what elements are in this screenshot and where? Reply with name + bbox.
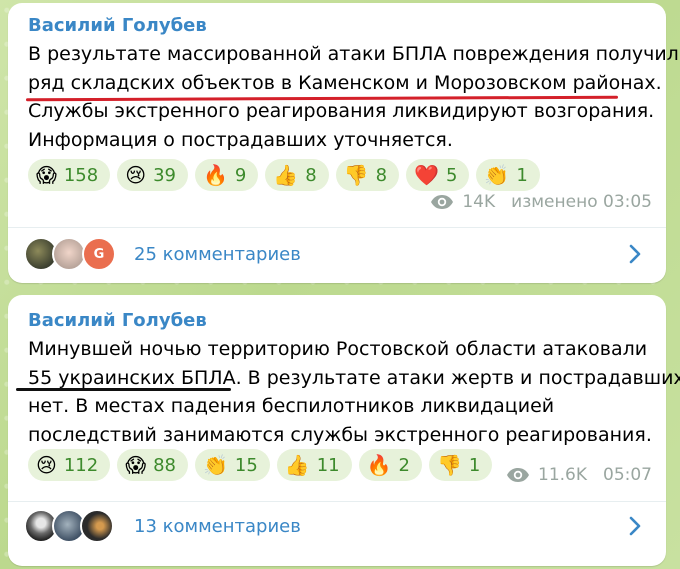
post-text-line: Службы экстренного реагирования ликвидир…: [28, 100, 655, 122]
post-text-line: В результате массированной атаки БПЛА по…: [28, 43, 679, 65]
avatar: [52, 237, 86, 271]
screaming-face-icon: 😱: [125, 453, 147, 477]
fire-icon: 🔥: [366, 453, 392, 477]
thumbs-down-icon: 👎: [343, 163, 369, 187]
reaction-chip[interactable]: 😱 88: [117, 449, 188, 481]
eye-icon: [507, 468, 529, 482]
reaction-count: 5: [445, 164, 458, 186]
channel-post: Василий Голубев В результате массированн…: [8, 3, 679, 283]
eye-icon: [431, 195, 454, 209]
commenter-avatars: [24, 509, 116, 543]
avatar: [80, 509, 114, 543]
reaction-chip[interactable]: 👍 8: [265, 159, 329, 191]
thumbs-up-icon: 👍: [273, 163, 299, 187]
avatar: G: [82, 237, 116, 271]
reaction-chip[interactable]: 🔥 9: [194, 159, 259, 191]
reaction-chip[interactable]: ❤️ 5: [406, 159, 470, 191]
post-author[interactable]: Василий Голубев: [28, 15, 207, 36]
black-underline-annotation: [16, 388, 231, 391]
chevron-right-icon: [629, 244, 641, 264]
clapping-hands-icon: 👏: [202, 453, 228, 477]
comments-button[interactable]: G 25 комментариев: [8, 229, 666, 279]
comments-count-label: 13 комментариев: [134, 515, 301, 537]
reaction-chip[interactable]: 👍 11: [276, 449, 352, 481]
reaction-chip[interactable]: 😢 39: [117, 159, 188, 191]
post-text-line: нет. В местах падения беспилотников ликв…: [28, 395, 555, 417]
reaction-count: 15: [234, 454, 258, 476]
view-count: 11.6K: [538, 465, 587, 485]
reaction-count: 1: [516, 164, 528, 186]
reaction-count: 8: [375, 164, 388, 186]
post-text-line: Минувшей ночью территорию Ростовской обл…: [28, 338, 648, 360]
post-timestamp: изменено 03:05: [511, 192, 652, 212]
reaction-count: 112: [63, 454, 99, 476]
reaction-chip[interactable]: 😢 112: [28, 449, 111, 481]
clapping-hands-icon: 👏: [484, 163, 510, 187]
reaction-count: 8: [305, 164, 317, 186]
reaction-chip[interactable]: 👏 1: [476, 159, 540, 191]
comments-count-label: 25 комментариев: [134, 243, 301, 265]
reaction-count: 88: [153, 454, 176, 476]
fire-icon: 🔥: [202, 163, 228, 187]
reaction-chip[interactable]: 👏 15: [194, 449, 270, 481]
post-meta: 14K изменено 03:05: [430, 192, 652, 212]
channel-post: Василий Голубев Минувшей ночью территори…: [8, 295, 680, 566]
divider: [8, 227, 666, 228]
reaction-count: 39: [153, 164, 176, 186]
reaction-count: 2: [398, 454, 410, 476]
reaction-count: 158: [63, 164, 99, 186]
crying-face-icon: 😢: [36, 453, 57, 477]
view-count: 14K: [462, 192, 496, 212]
reaction-count: 9: [234, 164, 247, 186]
reaction-chip[interactable]: 🔥 2: [358, 449, 422, 481]
reaction-chip[interactable]: 👎 8: [335, 159, 400, 191]
crying-face-icon: 😢: [125, 163, 147, 187]
post-meta: 11.6K 05:07: [506, 465, 652, 485]
post-text-line: ряд складских объектов в Каменском и Мор…: [28, 71, 662, 94]
thumbs-up-icon: 👍: [284, 453, 310, 477]
post-author[interactable]: Василий Голубев: [28, 310, 207, 331]
comments-button[interactable]: 13 комментариев: [8, 501, 666, 551]
post-timestamp: 05:07: [603, 465, 652, 485]
screaming-face-icon: 😱: [36, 163, 57, 187]
reaction-count: 11: [316, 454, 340, 476]
red-heart-icon: ❤️: [414, 163, 439, 187]
reactions-bar: 😢 112 😱 88 👏 15 👍 11 🔥 2 👎 1: [28, 449, 493, 481]
chevron-right-icon: [629, 516, 641, 536]
post-text-line: последствий занимаются службы экстренног…: [28, 423, 652, 446]
post-text: Минувшей ночью территорию Ростовской обл…: [28, 335, 680, 449]
reaction-chip[interactable]: 😱 158: [28, 159, 111, 191]
commenter-avatars: G: [24, 237, 116, 271]
reaction-count: 1: [468, 454, 481, 476]
post-text-line: Информация о пострадавших уточняется.: [28, 128, 453, 151]
thumbs-down-icon: 👎: [436, 453, 462, 477]
reactions-bar: 😱 158 😢 39 🔥 9 👍 8 👎 8 ❤️ 5 👏 1: [28, 159, 540, 191]
reaction-chip[interactable]: 👎 1: [428, 449, 493, 481]
